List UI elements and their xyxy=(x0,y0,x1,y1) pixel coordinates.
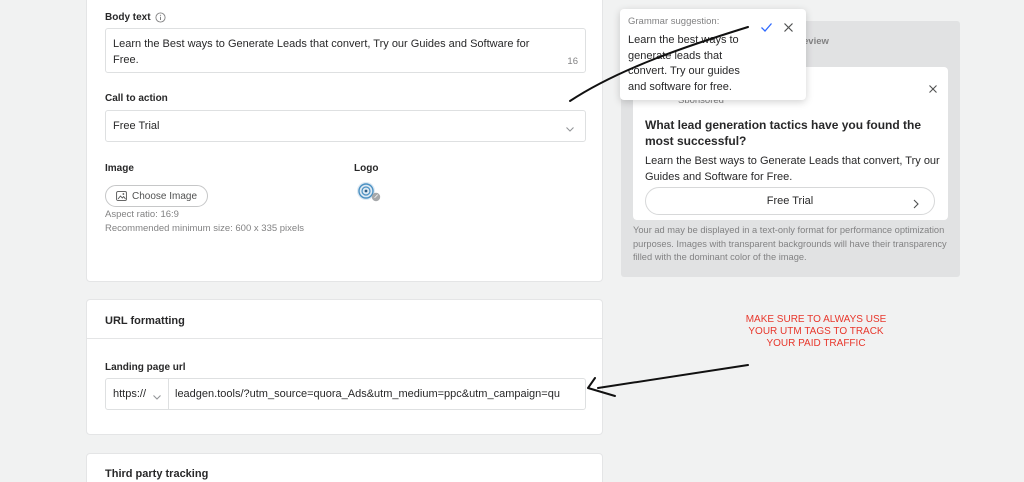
url-formatting-title: URL formatting xyxy=(105,315,185,327)
landing-page-url-label: Landing page url xyxy=(105,362,186,373)
third-party-tracking-title: Third party tracking xyxy=(105,468,209,480)
arrow-to-url xyxy=(597,364,749,389)
ad-cta-label: Free Trial xyxy=(766,195,814,207)
choose-image-button[interactable]: Choose Image xyxy=(105,185,209,207)
info-icon[interactable] xyxy=(155,12,166,23)
logo-thumbnail[interactable] xyxy=(355,181,383,203)
protocol-value: https:// xyxy=(113,388,147,400)
divider xyxy=(87,338,602,339)
body-text-label: Body text xyxy=(105,12,151,23)
character-count: 16 xyxy=(567,56,578,67)
landing-page-url-input[interactable]: leadgen.tools/?utm_source=quora_Ads&utm_… xyxy=(168,378,586,410)
chevron-down-icon xyxy=(565,121,575,139)
image-label: Image xyxy=(105,163,134,174)
ad-headline: What lead generation tactics have you fo… xyxy=(645,118,922,148)
landing-page-url-value: leadgen.tools/?utm_source=quora_Ads&utm_… xyxy=(175,388,560,400)
logo-label: Logo xyxy=(354,163,379,174)
close-icon[interactable] xyxy=(928,81,938,99)
protocol-select[interactable]: https:// xyxy=(105,378,169,410)
chevron-right-icon xyxy=(912,196,920,214)
body-text-field[interactable]: Learn the Best ways to Generate Leads th… xyxy=(105,28,586,73)
call-to-action-select[interactable]: Free Trial xyxy=(105,110,586,142)
image-icon xyxy=(116,191,127,201)
ad-cta-button[interactable]: Free Trial xyxy=(645,187,935,215)
utm-annotation: MAKE SURE TO ALWAYS USE YOUR UTM TAGS TO… xyxy=(745,314,887,349)
ad-creative-card: Body text Learn the Best ways to Generat… xyxy=(86,0,603,282)
url-formatting-card: URL formatting Landing page url https://… xyxy=(86,299,603,435)
dismiss-close-icon[interactable] xyxy=(783,20,794,38)
ad-body-text: Learn the Best ways to Generate Leads th… xyxy=(645,155,940,183)
grammar-suggestion-tooltip: Grammar suggestion: Learn the best ways … xyxy=(620,9,806,100)
third-party-tracking-card: Third party tracking xyxy=(86,453,603,482)
choose-image-label: Choose Image xyxy=(132,190,198,202)
preview-disclaimer: Your ad may be displayed in a text-only … xyxy=(633,225,947,262)
accept-check-icon[interactable] xyxy=(760,20,773,38)
grammar-suggestion-title: Grammar suggestion: xyxy=(628,16,720,27)
chevron-down-icon xyxy=(152,389,162,407)
body-text-label-row: Body text xyxy=(105,12,166,23)
min-size-hint: Recommended minimum size: 600 x 335 pixe… xyxy=(105,223,305,234)
aspect-ratio-hint: Aspect ratio: 16:9 xyxy=(105,209,179,220)
call-to-action-label: Call to action xyxy=(105,93,168,104)
grammar-suggestion-text[interactable]: Learn the best ways to generate leads th… xyxy=(628,33,756,95)
preview-header: eview xyxy=(803,36,829,47)
body-text-value: Learn the Best ways to Generate Leads th… xyxy=(113,38,530,66)
call-to-action-value: Free Trial xyxy=(113,120,160,132)
